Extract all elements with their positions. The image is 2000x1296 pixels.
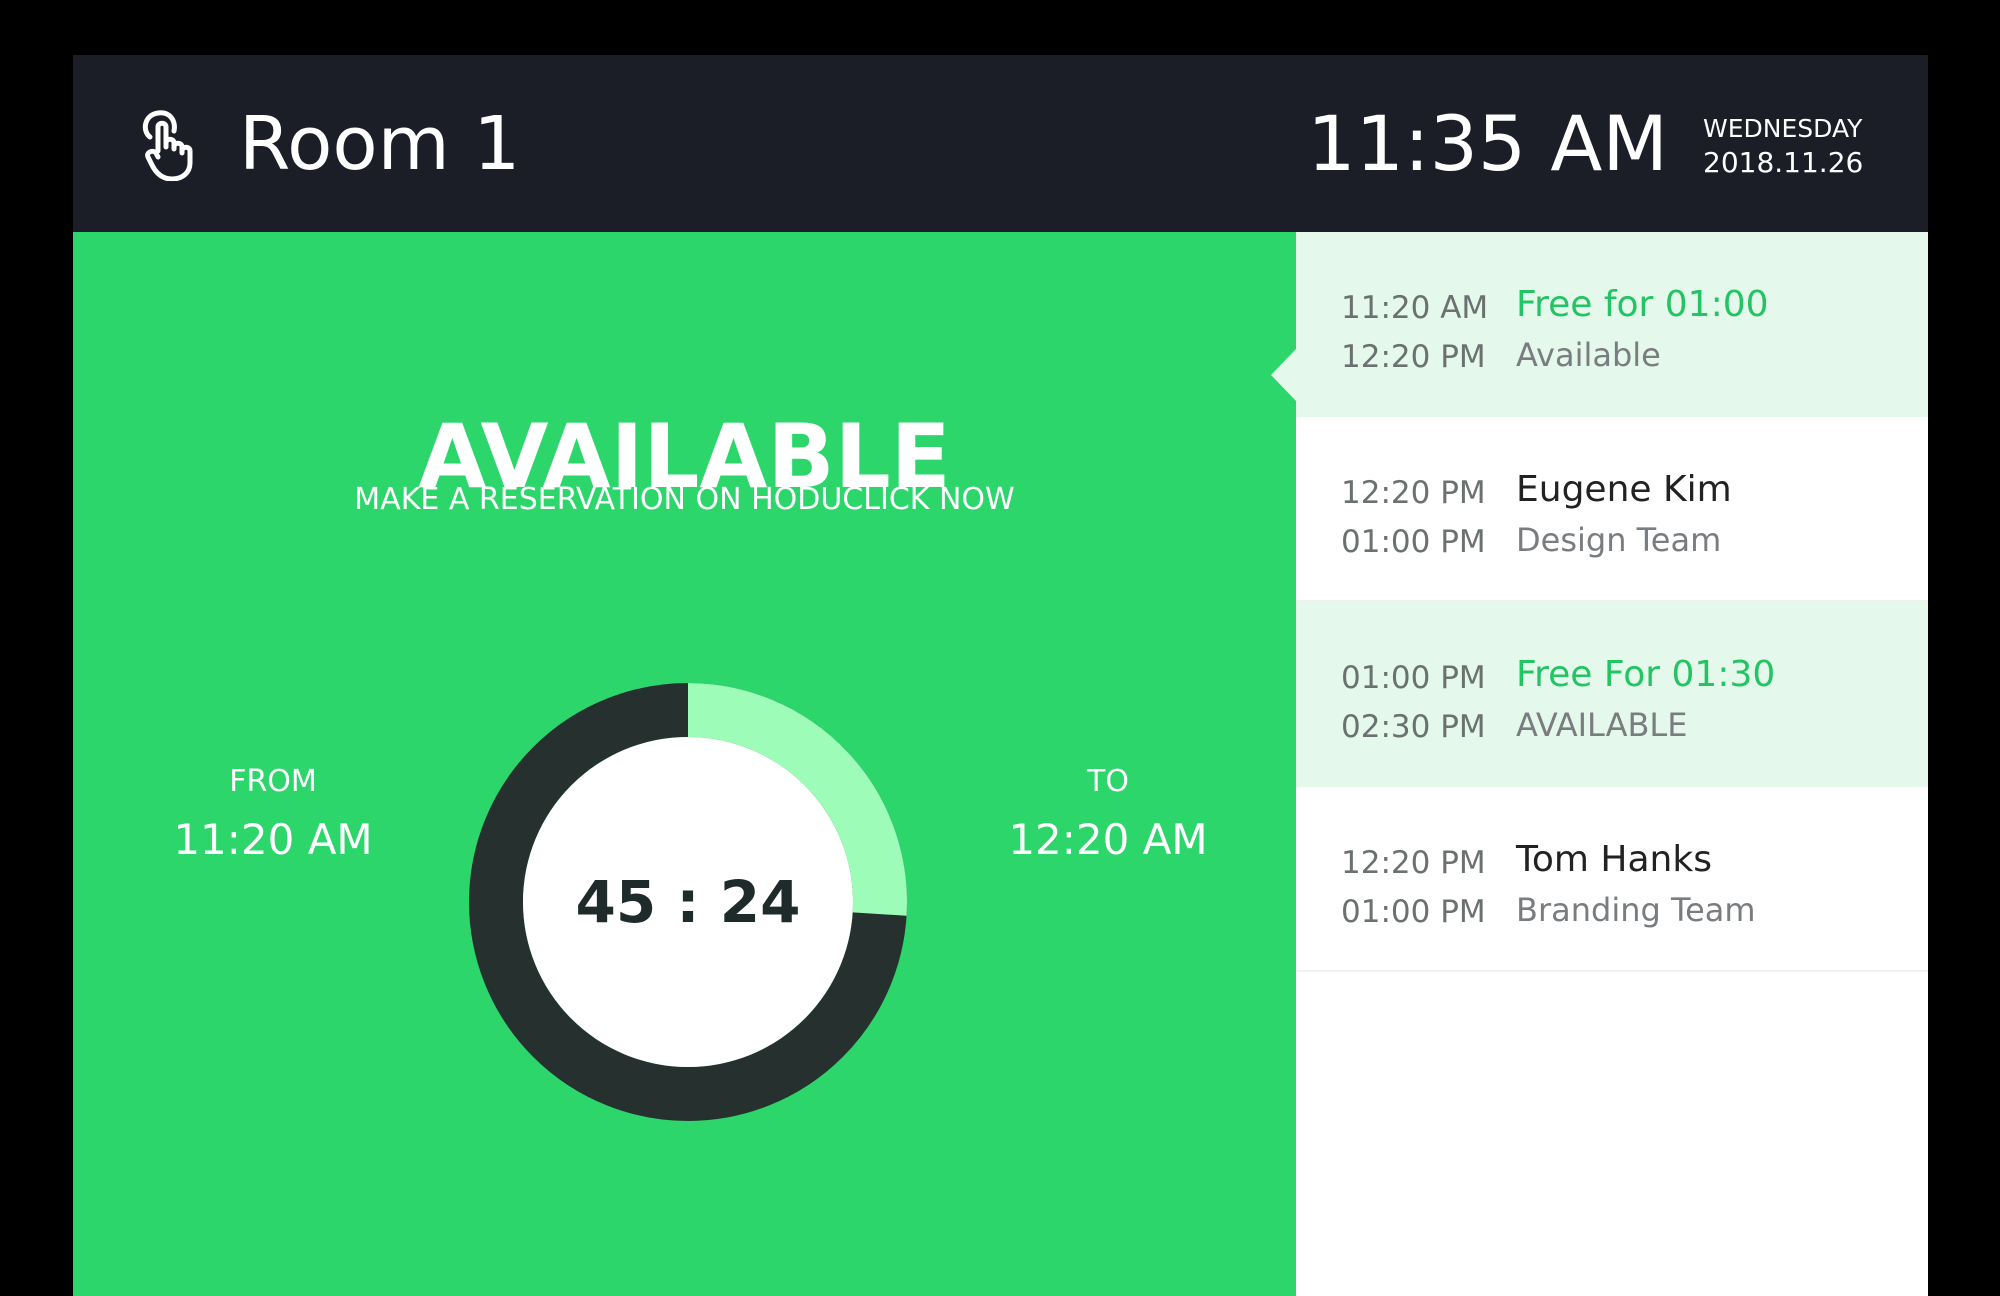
touch-hand-icon [142, 110, 193, 181]
to-time: 12:20 AM [1008, 815, 1208, 864]
slot-title: Free For 01:30 [1516, 654, 1776, 695]
slot-info: Free For 01:30 AVAILABLE [1516, 650, 1916, 750]
slot-subtitle: Design Team [1516, 521, 1722, 559]
slot-info: Tom Hanks Branding Team [1516, 835, 1916, 935]
slot-start: 12:20 PM [1341, 845, 1486, 881]
slot-end: 01:00 PM [1341, 894, 1486, 930]
status-subtitle: MAKE A RESERVATION ON HODUCLICK NOW [354, 482, 1015, 517]
slot-title: Tom Hanks [1516, 839, 1712, 880]
schedule-slot[interactable]: 12:20 PM 01:00 PM Eugene Kim Design Team [1296, 417, 1928, 602]
to-label: TO [1087, 764, 1129, 799]
slot-end: 01:00 PM [1341, 524, 1486, 560]
slot-times: 12:20 PM 01:00 PM [1341, 839, 1501, 937]
slot-times: 12:20 PM 01:00 PM [1341, 469, 1501, 567]
slot-title: Free for 01:00 [1516, 284, 1769, 325]
from-time: 11:20 AM [173, 815, 373, 864]
schedule-list: 11:20 AM 12:20 PM Free for 01:00 Availab… [1296, 232, 1928, 1296]
from-label: FROM [229, 764, 317, 799]
current-slot-pointer [1271, 348, 1297, 402]
to-block: TO 12:20 AM [978, 762, 1238, 868]
schedule-slot[interactable]: 01:00 PM 02:30 PM Free For 01:30 AVAILAB… [1296, 602, 1928, 787]
room-name: Room 1 [239, 101, 521, 187]
header-bar: Room 1 11:35 AM WEDNESDAY 2018.11.26 [73, 55, 1928, 232]
current-day: WEDNESDAY [1703, 114, 1863, 143]
slot-start: 12:20 PM [1341, 475, 1486, 511]
slot-end: 02:30 PM [1341, 709, 1486, 745]
schedule-slot[interactable]: 11:20 AM 12:20 PM Free for 01:00 Availab… [1296, 232, 1928, 417]
schedule-slot[interactable]: 12:20 PM 01:00 PM Tom Hanks Branding Tea… [1296, 787, 1928, 972]
countdown-value: 45 : 24 [575, 868, 801, 936]
slot-info: Eugene Kim Design Team [1516, 465, 1916, 565]
room-display: Room 1 11:35 AM WEDNESDAY 2018.11.26 AVA… [73, 55, 1928, 1296]
slot-subtitle: Branding Team [1516, 891, 1756, 929]
slot-start: 01:00 PM [1341, 660, 1486, 696]
slot-subtitle: Available [1516, 336, 1661, 374]
slot-title: Eugene Kim [1516, 469, 1732, 510]
slot-end: 12:20 PM [1341, 339, 1486, 375]
current-time: 11:35 AM [1307, 99, 1668, 188]
slot-start: 11:20 AM [1341, 290, 1489, 326]
availability-panel: AVAILABLE MAKE A RESERVATION ON HODUCLIC… [73, 232, 1296, 1296]
slot-subtitle: AVAILABLE [1516, 706, 1688, 744]
from-block: FROM 11:20 AM [143, 762, 403, 868]
slot-times: 11:20 AM 12:20 PM [1341, 284, 1501, 382]
current-date: 2018.11.26 [1703, 146, 1864, 179]
slot-times: 01:00 PM 02:30 PM [1341, 654, 1501, 752]
slot-info: Free for 01:00 Available [1516, 280, 1916, 380]
